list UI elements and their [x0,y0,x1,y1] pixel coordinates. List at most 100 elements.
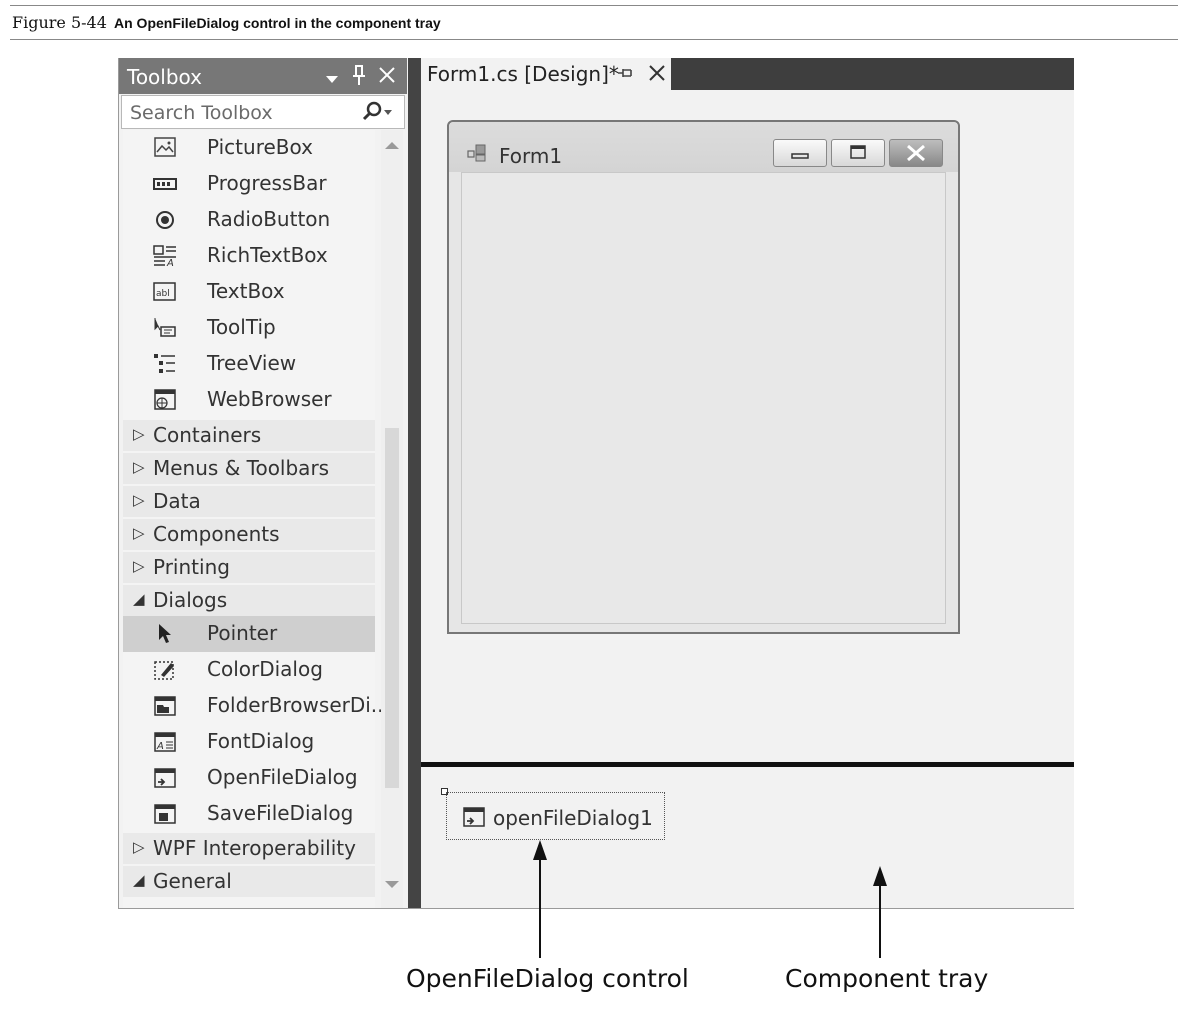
toolbox-category-components[interactable]: ▷ Components [123,519,375,550]
toolbox-item-label: SaveFileDialog [207,801,354,825]
form-client-area[interactable] [461,172,946,624]
toolbox-item-treeview[interactable]: TreeView [123,346,375,382]
expand-arrow-icon: ▷ [133,524,145,542]
toolbox-item-label: RadioButton [207,207,331,231]
colordialog-icon [153,659,179,681]
ide-screenshot: Toolbox PictureBox [118,58,1074,909]
openfiledialog1-component[interactable]: openFileDialog1 [446,792,665,840]
callout-label-control: OpenFileDialog control [406,964,689,993]
openfiledialog-icon [463,807,485,827]
category-label: Printing [153,555,230,579]
expand-arrow-icon: ▷ [133,491,145,509]
tooltip-icon [153,317,179,339]
form-icon [467,144,487,164]
toolbox-category-data[interactable]: ▷ Data [123,486,375,517]
toolbox-item-webbrowser[interactable]: WebBrowser [123,382,375,418]
category-label: WPF Interoperability [153,836,356,860]
maximize-button[interactable] [831,139,885,167]
toolbox-category-dialogs[interactable]: ◢ Dialogs [123,585,375,616]
fontdialog-icon: A [153,731,179,753]
dropdown-arrow-icon[interactable] [325,66,339,90]
pointer-icon [153,623,179,645]
category-label: General [153,869,232,893]
tab-label: Form1.cs [Design]* [427,62,619,86]
toolbox-item-label: OpenFileDialog [207,765,358,789]
toolbox-category-containers[interactable]: ▷ Containers [123,420,375,451]
form-title: Form1 [499,144,563,168]
category-label: Data [153,489,201,513]
toolbox-item-label: TextBox [207,279,285,303]
toolbox-item-label: WebBrowser [207,387,332,411]
category-label: Components [153,522,280,546]
callout-arrow-control [532,840,548,964]
scroll-down-icon[interactable] [383,878,401,894]
caption-rule-top [10,5,1178,6]
toolbox-title: Toolbox [127,65,202,89]
toolbox-header: Toolbox [119,58,407,94]
toolbox-category-printing[interactable]: ▷ Printing [123,552,375,583]
progressbar-icon [153,173,179,195]
component-label: openFileDialog1 [493,806,653,830]
collapse-arrow-icon: ◢ [133,871,145,889]
toolbox-item-textbox[interactable]: abl TextBox [123,274,375,310]
toolbox-item-label: FolderBrowserDi... [207,693,390,717]
toolbox-item-label: TreeView [207,351,297,375]
toolbox-category-general[interactable]: ◢ General [123,866,375,897]
textbox-icon: abl [153,281,179,303]
richtextbox-icon: A [153,245,179,269]
toolbox-item-label: PictureBox [207,135,313,159]
figure-number: Figure 5-44 [12,13,107,32]
treeview-icon [153,353,179,375]
toolbox-item-label: RichTextBox [207,243,328,267]
toolbox-category-wpf-interoperability[interactable]: ▷ WPF Interoperability [123,833,375,864]
toolbox-item-label: ProgressBar [207,171,327,195]
webbrowser-icon [153,389,179,411]
svg-text:A: A [166,258,174,267]
toolbox-item-label: ColorDialog [207,657,323,681]
expand-arrow-icon: ▷ [133,557,145,575]
collapse-arrow-icon: ◢ [133,590,145,608]
category-label: Dialogs [153,588,228,612]
callout-label-tray: Component tray [785,964,989,993]
toolbox-item-savefiledialog[interactable]: SaveFileDialog [123,796,375,832]
toolbox-item-colordialog[interactable]: ColorDialog [123,652,375,688]
savefiledialog-icon [153,803,179,825]
close-icon[interactable] [377,64,397,91]
toolbox-item-label: FontDialog [207,729,315,753]
openfiledialog-icon [153,767,179,789]
scroll-up-icon[interactable] [383,138,401,154]
figure-title: An OpenFileDialog control in the compone… [114,15,441,31]
toolbox-category-menus-toolbars[interactable]: ▷ Menus & Toolbars [123,453,375,484]
svg-text:abl: abl [156,289,170,299]
expand-arrow-icon: ▷ [133,838,145,856]
caption-rule-bottom [10,39,1178,40]
search-icon[interactable] [360,98,392,126]
pin-icon[interactable] [617,65,635,84]
toolbox-item-openfiledialog[interactable]: OpenFileDialog [123,760,375,796]
category-label: Menus & Toolbars [153,456,330,480]
search-input[interactable] [128,99,352,127]
form1-window[interactable]: Form1 [447,120,960,634]
toolbox-list: PictureBox ProgressBar RadioButton A Ric… [123,130,390,908]
toolbox-item-folderbrowserdialog[interactable]: FolderBrowserDi... [123,688,390,724]
folderbrowserdialog-icon [153,695,179,717]
toolbox-item-progressbar[interactable]: ProgressBar [123,166,375,202]
toolbox-item-picturebox[interactable]: PictureBox [123,130,375,166]
toolbox-item-tooltip[interactable]: ToolTip [123,310,375,346]
toolbox-item-fontdialog[interactable]: A FontDialog [123,724,375,760]
pin-icon[interactable] [351,64,367,91]
toolbox-item-radiobutton[interactable]: RadioButton [123,202,375,238]
toolbox-item-pointer[interactable]: Pointer [123,616,375,652]
panel-splitter[interactable] [408,58,421,908]
scrollbar-thumb[interactable] [385,428,399,788]
form-title-bar[interactable]: Form1 [449,122,958,172]
tab-form1-design[interactable]: Form1.cs [Design]* [421,58,671,91]
toolbox-search[interactable] [121,95,405,129]
category-label: Containers [153,423,262,447]
close-button[interactable] [889,139,943,167]
close-icon[interactable] [647,60,667,90]
radiobutton-icon [153,209,179,231]
toolbox-item-richtextbox[interactable]: A RichTextBox [123,238,375,274]
expand-arrow-icon: ▷ [133,425,145,443]
minimize-button[interactable] [773,139,827,167]
